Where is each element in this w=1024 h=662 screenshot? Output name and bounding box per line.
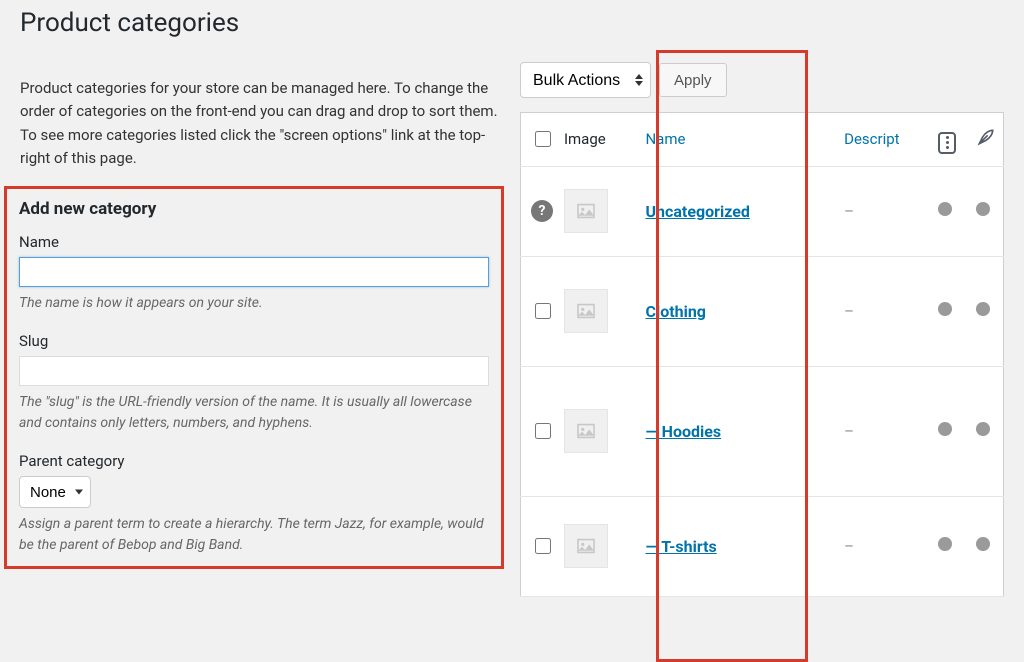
parent-label: Parent category — [19, 452, 489, 470]
status-dot[interactable] — [938, 422, 952, 436]
status-dot[interactable] — [938, 302, 952, 316]
table-row: — T-shirts – — [521, 496, 1004, 596]
apply-button[interactable]: Apply — [659, 63, 727, 97]
categories-table: Image Name Descript ? Uncategorized — [520, 112, 1004, 597]
row-checkbox[interactable] — [535, 538, 551, 554]
intro-text: Product categories for your store can be… — [20, 77, 500, 170]
status-dot[interactable] — [976, 202, 990, 216]
category-thumbnail[interactable] — [564, 289, 608, 333]
table-row: — Hoodies – — [521, 366, 1004, 496]
slug-input[interactable] — [19, 356, 489, 386]
column-name-sort[interactable]: Name — [635, 113, 834, 167]
bulk-actions-select[interactable]: Bulk Actions — [520, 62, 651, 98]
description-value: – — [844, 302, 854, 320]
parent-select[interactable]: None — [19, 476, 91, 508]
status-dot[interactable] — [976, 302, 990, 316]
row-checkbox[interactable] — [535, 423, 551, 439]
category-name-link[interactable]: Clothing — [645, 302, 705, 321]
column-description-sort[interactable]: Descript — [834, 113, 928, 167]
description-value: – — [844, 202, 854, 220]
category-name-link[interactable]: — T-shirts — [645, 537, 716, 556]
parent-help: Assign a parent term to create a hierarc… — [19, 514, 489, 556]
row-checkbox[interactable] — [535, 303, 551, 319]
add-category-form: Add new category Name The name is how it… — [4, 186, 504, 569]
page-title: Product categories — [20, 8, 1004, 38]
category-thumbnail[interactable] — [564, 409, 608, 453]
default-category-icon: ? — [531, 200, 553, 222]
slug-help: The "slug" is the URL-friendly version o… — [19, 392, 489, 434]
column-image: Image — [554, 113, 636, 167]
category-name-link[interactable]: — Hoodies — [645, 422, 721, 441]
category-thumbnail[interactable] — [564, 189, 608, 233]
name-input[interactable] — [19, 257, 489, 287]
category-name-link[interactable]: Uncategorized — [645, 202, 749, 221]
status-dot[interactable] — [938, 202, 952, 216]
slug-label: Slug — [19, 332, 489, 350]
description-value: – — [844, 422, 854, 440]
column-layout-icon[interactable] — [928, 113, 966, 167]
description-value: – — [844, 537, 854, 555]
form-heading: Add new category — [19, 199, 489, 219]
column-feather-icon[interactable] — [966, 113, 1004, 167]
status-dot[interactable] — [976, 537, 990, 551]
status-dot[interactable] — [976, 422, 990, 436]
table-row: Clothing – — [521, 256, 1004, 366]
category-thumbnail[interactable] — [564, 524, 608, 568]
name-help: The name is how it appears on your site. — [19, 293, 489, 314]
table-row: ? Uncategorized – — [521, 166, 1004, 256]
select-all-checkbox[interactable] — [535, 131, 551, 147]
status-dot[interactable] — [938, 537, 952, 551]
name-label: Name — [19, 233, 489, 251]
